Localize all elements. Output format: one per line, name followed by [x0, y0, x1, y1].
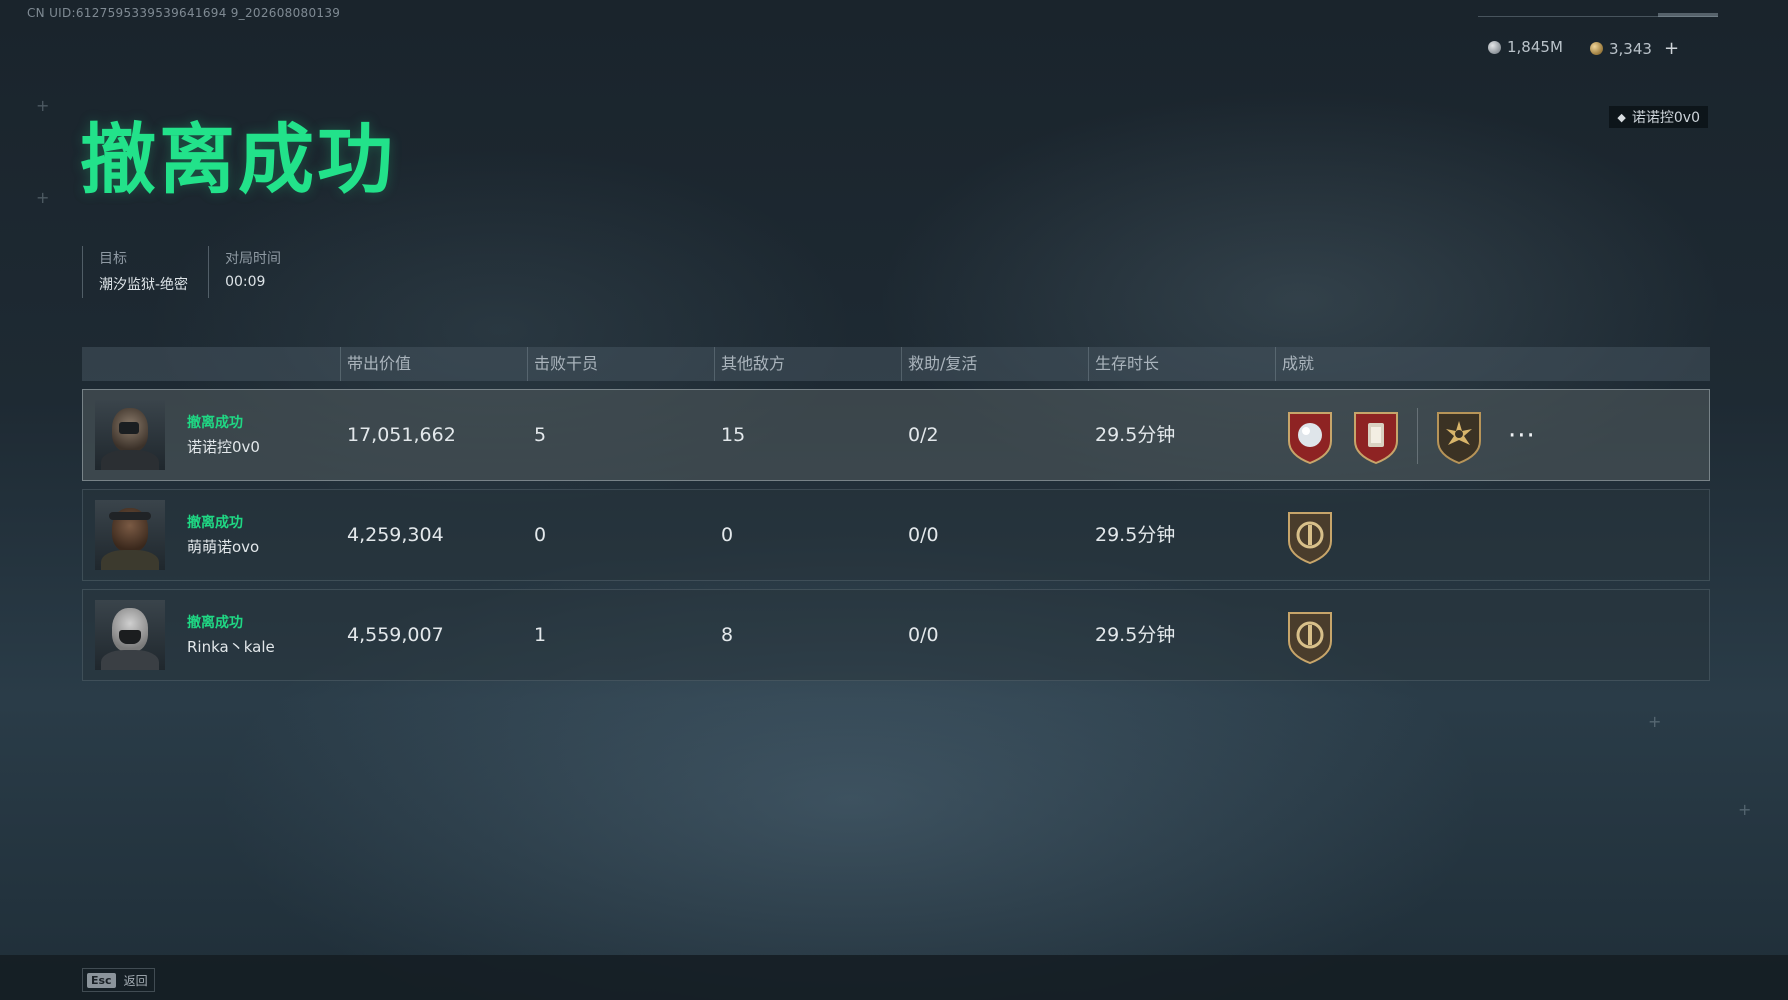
- meta-time: 对局时间 00:09: [208, 246, 301, 298]
- match-meta: 目标 潮汐监狱-绝密 对局时间 00:09: [82, 246, 301, 298]
- achievement-badges: ···: [1283, 406, 1536, 466]
- decor-cross: +: [36, 188, 50, 207]
- extraction-emblem-badge-icon[interactable]: [1283, 507, 1337, 565]
- meta-time-value: 00:09: [225, 274, 266, 290]
- badge-divider: [1417, 408, 1418, 464]
- uid-watermark: CN UID:6127595339539641694 9_20260808013…: [27, 6, 341, 20]
- kills-cell: 5: [534, 424, 547, 446]
- decor-cross: +: [1648, 712, 1662, 731]
- meta-target-label: 目标: [99, 251, 127, 267]
- column-header-other: 其他敌方: [714, 347, 785, 381]
- add-currency-button[interactable]: +: [1664, 38, 1679, 59]
- results-table: 带出价值 击败干员 其他敌方 救助/复活 生存时长 成就 撤离成功 诺诺控0v0…: [82, 347, 1710, 681]
- column-header-kills: 击败干员: [527, 347, 598, 381]
- currency-gold-value: 3,343: [1609, 39, 1652, 58]
- table-row[interactable]: 撤离成功 Rinka丶kale 4,559,007 1 8 0/0 29.5分钟: [82, 589, 1710, 681]
- player-name: Rinka丶kale: [187, 638, 275, 656]
- assist-cell: 0/0: [908, 624, 939, 646]
- bottom-bar: Esc 返回: [0, 955, 1788, 1000]
- currency-silver: 1,845M: [1488, 38, 1563, 56]
- assist-cell: 0/2: [908, 424, 939, 446]
- column-header-achievements: 成就: [1275, 347, 1314, 381]
- lantern-shield-badge-icon[interactable]: [1349, 407, 1403, 465]
- player-name-chip[interactable]: ◆ 诺诺控0v0: [1609, 106, 1708, 128]
- achievement-badges: [1283, 606, 1337, 666]
- column-header-value: 带出价值: [340, 347, 411, 381]
- player-name: 萌萌诺ovo: [187, 538, 260, 556]
- esc-key-icon: Esc: [87, 972, 116, 988]
- back-label: 返回: [123, 973, 148, 988]
- column-header-assist: 救助/复活: [901, 347, 977, 381]
- player-icon: ◆: [1617, 110, 1626, 124]
- meta-time-label: 对局时间: [225, 251, 282, 267]
- kills-cell: 0: [534, 524, 547, 546]
- extraction-emblem-badge-icon[interactable]: [1283, 607, 1337, 665]
- diamond-shield-badge-icon[interactable]: [1283, 407, 1337, 465]
- other-enemies-cell: 0: [721, 524, 734, 546]
- extraction-status: 撤离成功: [187, 415, 243, 431]
- player-chip-name: 诺诺控0v0: [1631, 110, 1700, 126]
- sun-emblem-badge-icon[interactable]: [1432, 407, 1486, 465]
- meta-target-value: 潮汐监狱-绝密: [99, 277, 189, 293]
- table-row[interactable]: 撤离成功 诺诺控0v0 17,051,662 5 15 0/2 29.5分钟 ·…: [82, 389, 1710, 481]
- silver-coin-icon: [1488, 40, 1501, 54]
- player-name: 诺诺控0v0: [187, 438, 260, 456]
- currency-gold[interactable]: 3,343 +: [1590, 38, 1679, 59]
- extraction-status: 撤离成功: [187, 515, 243, 531]
- table-header: 带出价值 击败干员 其他敌方 救助/复活 生存时长 成就: [82, 347, 1710, 381]
- avatar: [95, 400, 165, 470]
- decor-line: [1658, 13, 1718, 17]
- value-cell: 4,259,304: [347, 524, 444, 546]
- decor-cross: +: [36, 96, 50, 115]
- column-header-survival: 生存时长: [1088, 347, 1159, 381]
- value-cell: 4,559,007: [347, 624, 444, 646]
- kills-cell: 1: [534, 624, 547, 646]
- avatar: [95, 500, 165, 570]
- achievement-badges: [1283, 506, 1337, 566]
- other-enemies-cell: 8: [721, 624, 734, 646]
- survival-cell: 29.5分钟: [1095, 424, 1176, 446]
- assist-cell: 0/0: [908, 524, 939, 546]
- gold-coin-icon: [1590, 42, 1603, 55]
- survival-cell: 29.5分钟: [1095, 524, 1176, 546]
- currency-silver-value: 1,845M: [1507, 38, 1563, 56]
- other-enemies-cell: 15: [721, 424, 746, 446]
- back-button[interactable]: Esc 返回: [82, 968, 155, 992]
- survival-cell: 29.5分钟: [1095, 624, 1176, 646]
- page-title: 撤离成功: [80, 115, 396, 204]
- value-cell: 17,051,662: [347, 424, 456, 446]
- extraction-status: 撤离成功: [187, 615, 243, 631]
- more-achievements-button[interactable]: ···: [1508, 423, 1536, 449]
- decor-cross: +: [1738, 800, 1752, 819]
- meta-target: 目标 潮汐监狱-绝密: [82, 246, 208, 298]
- table-row[interactable]: 撤离成功 萌萌诺ovo 4,259,304 0 0 0/0 29.5分钟: [82, 489, 1710, 581]
- avatar: [95, 600, 165, 670]
